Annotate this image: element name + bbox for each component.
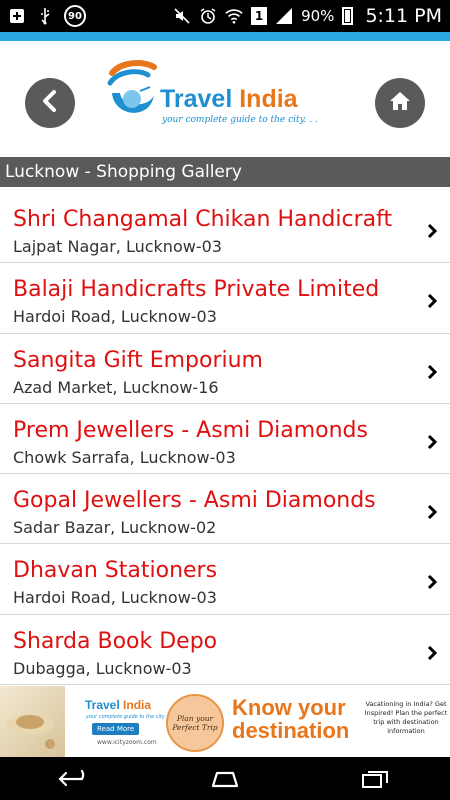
travel-india-logo: Travel India your complete guide to the …	[104, 55, 334, 135]
ad-banner[interactable]: Travel India your complete guide to the …	[0, 686, 450, 757]
list-item[interactable]: Balaji Handicrafts Private Limited Hardo…	[0, 263, 450, 334]
circle-badge-icon: 90	[64, 5, 86, 27]
add-notification-icon	[8, 7, 26, 25]
chevron-right-icon	[427, 223, 438, 239]
chevron-right-icon	[427, 505, 438, 520]
logo-tagline: your complete guide to the city. . .	[162, 115, 318, 125]
home-nav-icon	[211, 771, 239, 787]
logo-swirl-icon	[107, 60, 157, 113]
shop-name: Balaji Handicrafts Private Limited	[13, 277, 380, 303]
usb-icon	[36, 7, 54, 25]
shop-name: Dhavan Stationers	[13, 558, 218, 584]
shop-name: Sharda Book Depo	[13, 628, 218, 654]
ad-read-more-button[interactable]: Read More	[92, 723, 140, 735]
battery-charging-icon	[342, 7, 354, 25]
back-nav-button[interactable]	[45, 764, 105, 794]
clock-time: 5:11 PM	[365, 5, 442, 27]
ad-logo-tagline: your complete guide to the city	[86, 714, 165, 720]
ad-beach-image	[0, 686, 65, 757]
ad-headline: Know your destination	[232, 695, 350, 743]
shop-name: Prem Jewellers - Asmi Diamonds	[13, 417, 368, 443]
shop-address: Hardoi Road, Lucknow-03	[13, 588, 217, 608]
signal-icon	[275, 7, 293, 25]
recent-apps-button[interactable]	[345, 764, 405, 794]
logo-title-part2: India	[239, 85, 298, 113]
list-item[interactable]: Dhavan Stationers Hardoi Road, Lucknow-0…	[0, 544, 450, 615]
back-button[interactable]	[25, 78, 75, 128]
sim-slot-icon: 1	[251, 7, 268, 25]
shop-address: Dubagga, Lucknow-03	[13, 658, 192, 678]
shop-address: Lajpat Nagar, Lucknow-03	[13, 237, 222, 256]
app-header: Travel India your complete guide to the …	[0, 41, 450, 157]
section-title: Lucknow - Shopping Gallery	[5, 162, 242, 182]
chevron-right-icon	[427, 575, 438, 590]
status-right-icons: 1 90% 5:11 PM	[173, 5, 442, 27]
list-item[interactable]: Gopal Jewellers - Asmi Diamonds Sadar Ba…	[0, 474, 450, 545]
mute-icon	[173, 7, 191, 25]
ad-logo-part2: India	[123, 698, 152, 712]
ad-logo-part1: Travel	[85, 698, 120, 712]
shop-list[interactable]: Shri Changamal Chikan Handicraft Lajpat …	[0, 193, 450, 685]
ad-body-text: Vacationing in India? Get Inspired! Plan…	[364, 700, 448, 735]
shop-name: Shri Changamal Chikan Handicraft	[13, 207, 393, 232]
shop-address: Hardoi Road, Lucknow-03	[13, 307, 217, 327]
shop-address: Chowk Sarrafa, Lucknow-03	[13, 447, 236, 467]
ad-plan-badge: Plan your Perfect Trip	[166, 694, 224, 752]
logo-title: Travel India	[160, 85, 298, 114]
home-icon	[389, 91, 411, 115]
shop-name: Gopal Jewellers - Asmi Diamonds	[13, 488, 376, 514]
ad-logo-title: Travel India	[85, 698, 151, 712]
back-nav-icon	[58, 769, 85, 786]
list-item[interactable]: Prem Jewellers - Asmi Diamonds Chowk Sar…	[0, 404, 450, 475]
recent-apps-icon	[362, 770, 388, 788]
section-title-bar: Lucknow - Shopping Gallery	[0, 157, 450, 187]
chevron-right-icon	[427, 645, 438, 660]
home-button[interactable]	[375, 78, 425, 128]
home-nav-button[interactable]	[195, 764, 255, 794]
alarm-icon	[199, 7, 217, 25]
list-item[interactable]: Sharda Book Depo Dubagga, Lucknow-03	[0, 615, 450, 685]
status-bar: 90 1 90% 5:11 PM	[0, 0, 450, 32]
chevron-right-icon	[427, 434, 438, 449]
chevron-right-icon	[427, 294, 438, 309]
system-nav-bar	[0, 757, 450, 800]
status-left-icons: 90	[8, 5, 86, 27]
shop-address: Azad Market, Lucknow-16	[13, 377, 219, 397]
battery-percent: 90%	[301, 7, 335, 25]
shop-name: Sangita Gift Emporium	[13, 347, 263, 373]
chevron-right-icon	[427, 364, 438, 379]
accent-strip	[0, 32, 450, 41]
chevron-left-icon	[40, 89, 60, 117]
logo-title-part1: Travel	[160, 85, 233, 113]
shop-address: Sadar Bazar, Lucknow-02	[13, 518, 217, 538]
list-item[interactable]: Shri Changamal Chikan Handicraft Lajpat …	[0, 193, 450, 264]
ad-url: www.icityzoom.com	[97, 739, 157, 746]
list-item[interactable]: Sangita Gift Emporium Azad Market, Luckn…	[0, 334, 450, 404]
wifi-icon	[225, 7, 243, 25]
